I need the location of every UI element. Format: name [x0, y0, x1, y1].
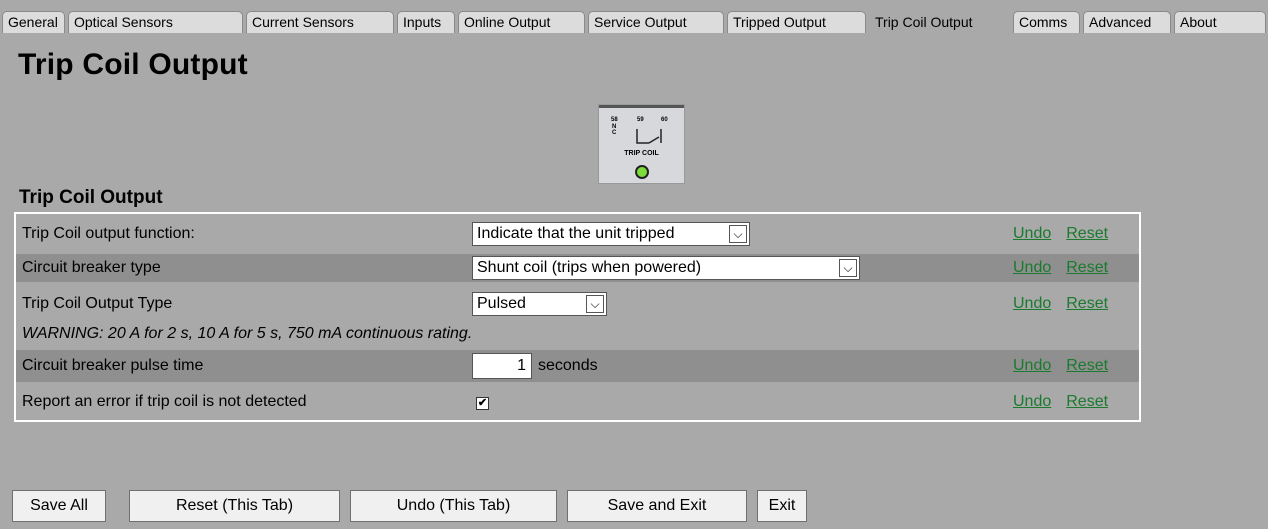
status-led-icon: [635, 165, 649, 179]
tab-service-output[interactable]: Service Output: [588, 11, 724, 33]
row-pulse-time: Circuit breaker pulse time 1 seconds Undo…: [16, 350, 1139, 382]
tab-current-sensors[interactable]: Current Sensors: [246, 11, 394, 33]
pin-sub-c: C: [612, 130, 617, 136]
tab-comms[interactable]: Comms: [1013, 11, 1080, 33]
reset-tab-button[interactable]: Reset (This Tab): [129, 490, 340, 522]
trip-coil-function-select[interactable]: Indicate that the unit tripped ⌵: [472, 222, 750, 246]
pulse-time-input[interactable]: 1: [472, 353, 532, 379]
reset-link[interactable]: Reset: [1066, 259, 1108, 276]
warning-text: WARNING: 20 A for 2 s, 10 A for 5 s, 750…: [22, 325, 473, 342]
tab-inputs[interactable]: Inputs: [397, 11, 455, 33]
tab-optical-sensors[interactable]: Optical Sensors: [68, 11, 243, 33]
undo-tab-button[interactable]: Undo (This Tab): [350, 490, 557, 522]
tab-general[interactable]: General: [2, 11, 65, 33]
chevron-down-icon[interactable]: ⌵: [839, 259, 857, 277]
pin-60-label: 60: [661, 117, 668, 123]
undo-link[interactable]: Undo: [1013, 259, 1051, 276]
row-warning: WARNING: 20 A for 2 s, 10 A for 5 s, 750…: [16, 320, 1139, 348]
reset-link[interactable]: Reset: [1066, 357, 1108, 374]
output-type-select[interactable]: Pulsed ⌵: [472, 292, 607, 316]
save-all-button[interactable]: Save All: [12, 490, 106, 522]
row-output-type: Trip Coil Output Type Pulsed ⌵ Undo Reset: [16, 290, 1139, 318]
undo-link[interactable]: Undo: [1013, 357, 1051, 374]
undo-link[interactable]: Undo: [1013, 393, 1051, 410]
tab-tripped-output[interactable]: Tripped Output: [727, 11, 866, 33]
tab-about[interactable]: About: [1174, 11, 1266, 33]
section-title: Trip Coil Output: [19, 187, 163, 208]
breaker-type-value: Shunt coil (trips when powered): [477, 259, 702, 276]
pin-58-label: 58: [611, 117, 618, 123]
chevron-down-icon[interactable]: ⌵: [729, 225, 747, 243]
undo-link[interactable]: Undo: [1013, 295, 1051, 312]
page-title: Trip Coil Output: [18, 48, 248, 81]
breaker-type-label: Circuit breaker type: [22, 259, 161, 276]
output-type-value: Pulsed: [477, 295, 526, 312]
output-type-label: Trip Coil Output Type: [22, 295, 173, 312]
relay-caption: TRIP COIL: [624, 150, 659, 157]
pin-59-label: 59: [637, 117, 644, 123]
tab-advanced[interactable]: Advanced: [1083, 11, 1171, 33]
pulse-time-label: Circuit breaker pulse time: [22, 357, 204, 374]
reset-link[interactable]: Reset: [1066, 393, 1108, 410]
exit-button[interactable]: Exit: [757, 490, 807, 522]
trip-coil-function-value: Indicate that the unit tripped: [477, 225, 675, 242]
save-and-exit-button[interactable]: Save and Exit: [567, 490, 747, 522]
tab-bar: General Optical Sensors Current Sensors …: [0, 0, 1268, 34]
undo-link[interactable]: Undo: [1013, 225, 1051, 242]
reset-link[interactable]: Reset: [1066, 225, 1108, 242]
pulse-time-unit: seconds: [538, 357, 598, 374]
row-trip-coil-function: Trip Coil output function: Indicate that…: [16, 220, 1139, 248]
relay-contact-icon: [636, 129, 662, 144]
settings-panel: Trip Coil output function: Indicate that…: [14, 212, 1141, 422]
relay-top-bar: [599, 105, 684, 108]
chevron-down-icon[interactable]: ⌵: [586, 295, 604, 313]
tab-online-output[interactable]: Online Output: [458, 11, 585, 33]
report-error-checkbox[interactable]: ✔: [476, 397, 489, 410]
trip-coil-function-label: Trip Coil output function:: [22, 225, 195, 242]
reset-link[interactable]: Reset: [1066, 295, 1108, 312]
tab-trip-coil-output[interactable]: Trip Coil Output: [869, 9, 1010, 34]
trip-coil-relay-image: 58 59 60 N C TRIP COIL: [598, 104, 685, 184]
row-breaker-type: Circuit breaker type Shunt coil (trips w…: [16, 254, 1139, 282]
report-error-label: Report an error if trip coil is not dete…: [22, 393, 307, 410]
row-report-error: Report an error if trip coil is not dete…: [16, 388, 1139, 416]
breaker-type-select[interactable]: Shunt coil (trips when powered) ⌵: [472, 256, 860, 280]
